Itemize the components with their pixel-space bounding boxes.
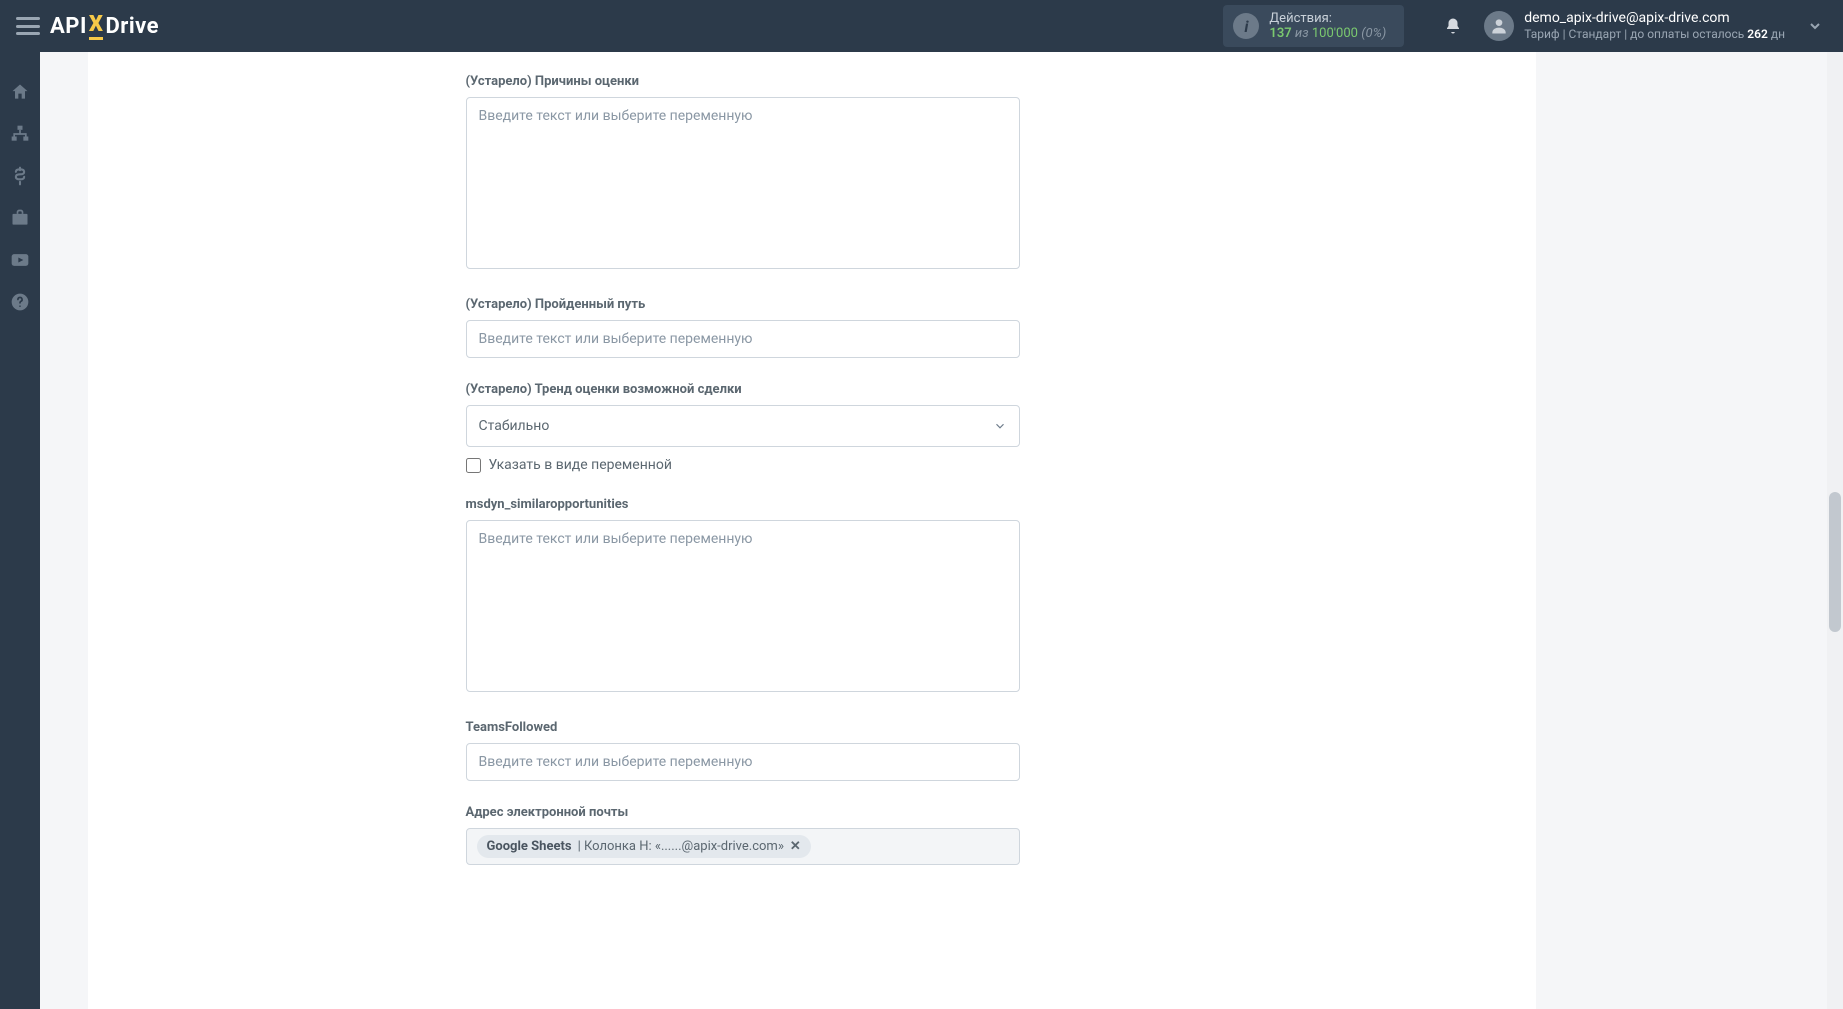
scrollbar-track[interactable]: [1827, 52, 1843, 1009]
checkbox-as-variable[interactable]: Указать в виде переменной: [466, 457, 1020, 473]
briefcase-icon[interactable]: [10, 208, 30, 228]
checkbox-input[interactable]: [466, 458, 481, 473]
user-block[interactable]: demo_apix-drive@apix-drive.com Тариф | С…: [1524, 9, 1785, 43]
form-card: (Устарело) Причины оценки (Устарело) Про…: [88, 52, 1536, 1009]
home-icon[interactable]: [10, 82, 30, 102]
textarea-reasons[interactable]: [466, 97, 1020, 269]
connections-icon[interactable]: [10, 124, 30, 144]
field-label: Адрес электронной почты: [466, 805, 1020, 820]
field-deprecated-reasons: (Устарело) Причины оценки: [466, 74, 1020, 273]
logo-text-post: Drive: [105, 14, 159, 39]
field-label: (Устарело) Причины оценки: [466, 74, 1020, 89]
logo-x: X: [89, 12, 104, 40]
logo[interactable]: API X Drive: [50, 12, 159, 40]
field-label: TeamsFollowed: [466, 720, 1020, 735]
tariff-prefix: Тариф | Стандарт | до оплаты осталось: [1524, 27, 1747, 41]
field-deprecated-path: (Устарело) Пройденный путь: [466, 297, 1020, 358]
field-label: (Устарело) Тренд оценки возможной сделки: [466, 382, 1020, 397]
top-header: API X Drive i Действия: 137 из 100'000 (…: [0, 0, 1843, 52]
actions-info-box[interactable]: i Действия: 137 из 100'000 (0%): [1223, 5, 1404, 47]
youtube-icon[interactable]: [10, 250, 30, 270]
scrollbar-thumb[interactable]: [1829, 492, 1841, 632]
menu-toggle-icon[interactable]: [16, 17, 40, 35]
close-icon[interactable]: ✕: [790, 839, 801, 854]
billing-icon[interactable]: [10, 166, 30, 186]
logo-text-pre: API: [50, 14, 87, 39]
field-deprecated-trend: (Устарело) Тренд оценки возможной сделки…: [466, 382, 1020, 473]
input-teams[interactable]: [466, 743, 1020, 781]
notifications-icon[interactable]: [1444, 17, 1462, 35]
actions-count: 137: [1269, 26, 1291, 41]
select-value: Стабильно: [479, 418, 550, 434]
variable-tag[interactable]: Google Sheets | Колонка H: «......@apix-…: [477, 835, 811, 858]
help-icon[interactable]: [10, 292, 30, 312]
actions-sep: из: [1295, 26, 1309, 41]
actions-stats: 137 из 100'000 (0%): [1269, 26, 1386, 41]
info-icon: i: [1233, 13, 1259, 39]
avatar-icon[interactable]: [1484, 11, 1514, 41]
tag-detail: | Колонка H: «......@apix-drive.com»: [578, 839, 784, 854]
actions-title: Действия:: [1269, 11, 1386, 26]
textarea-similar[interactable]: [466, 520, 1020, 692]
tag-source: Google Sheets: [487, 839, 572, 854]
user-email: demo_apix-drive@apix-drive.com: [1524, 9, 1785, 27]
input-path[interactable]: [466, 320, 1020, 358]
form-column: (Устарело) Причины оценки (Устарело) Про…: [466, 52, 1020, 929]
select-trend[interactable]: Стабильно: [466, 405, 1020, 447]
chevron-down-icon: [993, 419, 1007, 433]
tariff-line: Тариф | Стандарт | до оплаты осталось 26…: [1524, 27, 1785, 43]
actions-limit: 100'000: [1312, 26, 1358, 41]
chevron-down-icon[interactable]: [1807, 18, 1823, 34]
field-label: (Устарело) Пройденный путь: [466, 297, 1020, 312]
field-teams-followed: TeamsFollowed: [466, 720, 1020, 781]
actions-pct: (0%): [1361, 26, 1386, 41]
field-label: msdyn_similaropportunities: [466, 497, 1020, 512]
field-email: Адрес электронной почты Google Sheets | …: [466, 805, 1020, 865]
checkbox-label: Указать в виде переменной: [489, 457, 672, 473]
left-sidebar: [0, 52, 40, 1009]
main-scroll-area[interactable]: (Устарело) Причины оценки (Устарело) Про…: [40, 52, 1843, 1009]
email-tag-container[interactable]: Google Sheets | Колонка H: «......@apix-…: [466, 828, 1020, 865]
tariff-suffix: дн: [1768, 27, 1785, 41]
tariff-days: 262: [1747, 27, 1768, 41]
field-similar-opportunities: msdyn_similaropportunities: [466, 497, 1020, 696]
